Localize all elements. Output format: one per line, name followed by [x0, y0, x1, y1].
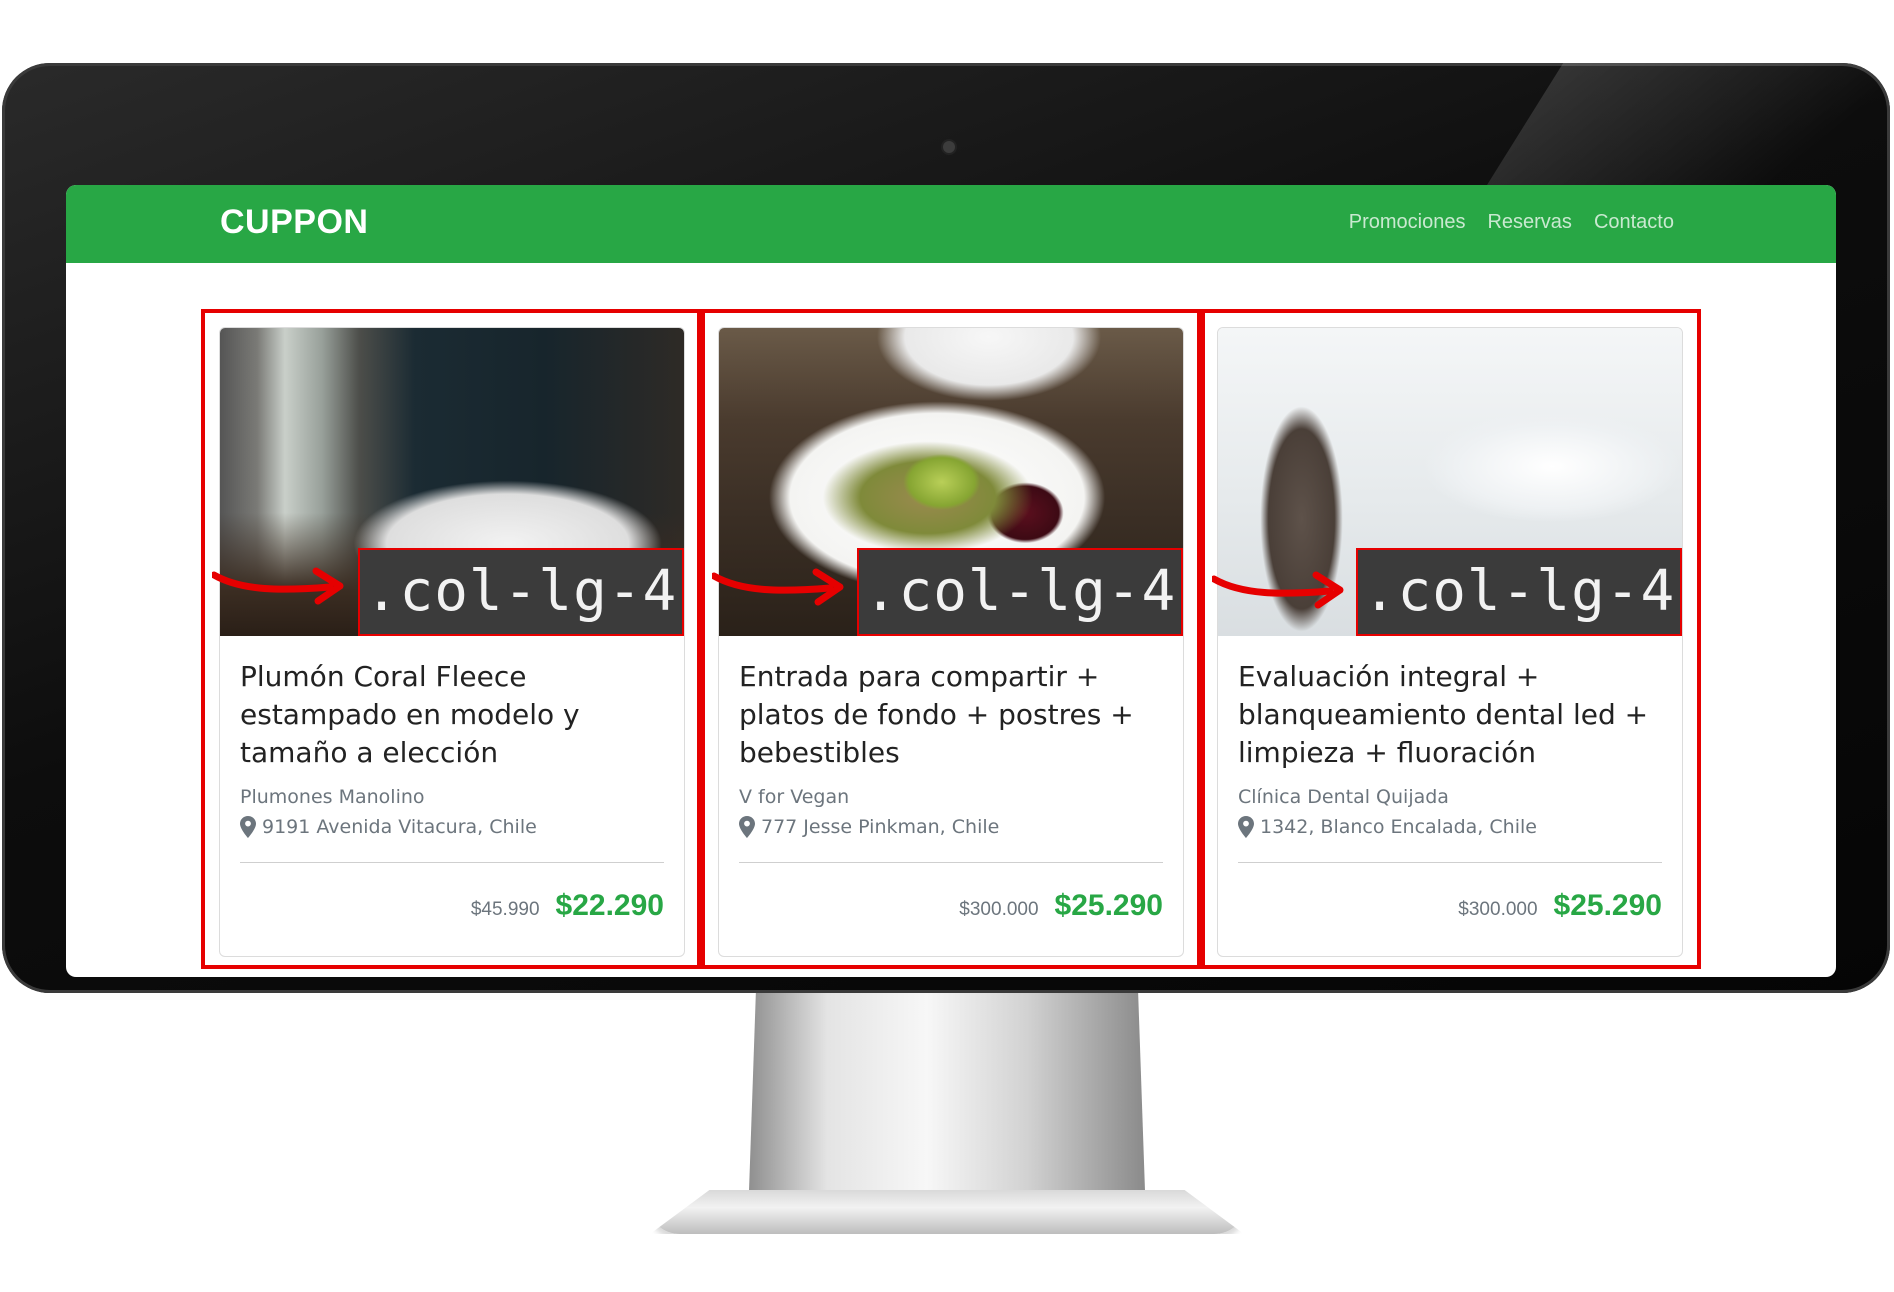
nav-links: Promociones Reservas Contacto — [1349, 211, 1674, 234]
new-price: $25.290 — [1054, 889, 1163, 922]
card-location-text: 777 Jesse Pinkman, Chile — [761, 816, 1000, 838]
monitor-screen: CUPPON Promociones Reservas Contacto .co… — [66, 185, 1836, 977]
col-lg-4-label: .col-lg-4 — [358, 548, 684, 636]
card-divider — [1238, 862, 1662, 863]
navbar: CUPPON Promociones Reservas Contacto — [66, 185, 1836, 263]
old-price: $45.990 — [470, 899, 540, 920]
card-body: Evaluación integral + blanqueamiento den… — [1218, 636, 1682, 923]
card-location-text: 1342, Blanco Encalada, Chile — [1260, 816, 1537, 838]
col-lg-4-label: .col-lg-4 — [1356, 548, 1682, 636]
map-pin-icon — [240, 816, 256, 838]
monitor-bezel: CUPPON Promociones Reservas Contacto .co… — [2, 63, 1890, 993]
card-merchant: V for Vegan — [739, 786, 850, 808]
webcam-icon — [943, 141, 955, 153]
price-row: $300.000 $25.290 — [739, 889, 1163, 923]
card-title[interactable]: Plumón Coral Fleece estampado en modelo … — [240, 658, 664, 774]
card-divider — [240, 862, 664, 863]
card-image-dental-chair[interactable]: .col-lg-4 — [1218, 328, 1682, 636]
old-price: $300.000 — [1458, 899, 1538, 920]
new-price: $22.290 — [555, 889, 664, 922]
card-location-text: 9191 Avenida Vitacura, Chile — [262, 816, 537, 838]
card-location: 9191 Avenida Vitacura, Chile — [240, 816, 664, 838]
nav-link-promociones[interactable]: Promociones — [1349, 211, 1466, 234]
deal-card[interactable]: .col-lg-4 Evaluación integral + blanquea… — [1217, 327, 1683, 957]
price-row: $300.000 $25.290 — [1238, 889, 1662, 923]
card-location: 777 Jesse Pinkman, Chile — [739, 816, 1163, 838]
brand-logo[interactable]: CUPPON — [220, 203, 368, 242]
card-image-food-plate[interactable]: .col-lg-4 — [719, 328, 1183, 636]
card-image-bedroom[interactable]: .col-lg-4 — [220, 328, 684, 636]
deal-card[interactable]: .col-lg-4 Plumón Coral Fleece estampado … — [219, 327, 685, 957]
price-row: $45.990 $22.290 — [240, 889, 664, 923]
nav-link-contacto[interactable]: Contacto — [1594, 211, 1674, 234]
card-merchant: Clínica Dental Quijada — [1238, 786, 1449, 808]
card-location: 1342, Blanco Encalada, Chile — [1238, 816, 1662, 838]
map-pin-icon — [1238, 816, 1254, 838]
card-title[interactable]: Evaluación integral + blanqueamiento den… — [1238, 658, 1662, 774]
new-price: $25.290 — [1553, 889, 1662, 922]
card-body: Entrada para compartir + platos de fondo… — [719, 636, 1183, 923]
deal-card[interactable]: .col-lg-4 Entrada para compartir + plato… — [718, 327, 1184, 957]
card-title[interactable]: Entrada para compartir + platos de fondo… — [739, 658, 1163, 774]
card-divider — [739, 862, 1163, 863]
monitor-stand-neck — [748, 990, 1146, 1220]
map-pin-icon — [739, 816, 755, 838]
monitor-stand-base — [650, 1190, 1244, 1234]
nav-link-reservas[interactable]: Reservas — [1487, 211, 1571, 234]
old-price: $300.000 — [959, 899, 1039, 920]
col-lg-4-label: .col-lg-4 — [857, 548, 1183, 636]
card-body: Plumón Coral Fleece estampado en modelo … — [220, 636, 684, 923]
card-merchant: Plumones Manolino — [240, 786, 425, 808]
